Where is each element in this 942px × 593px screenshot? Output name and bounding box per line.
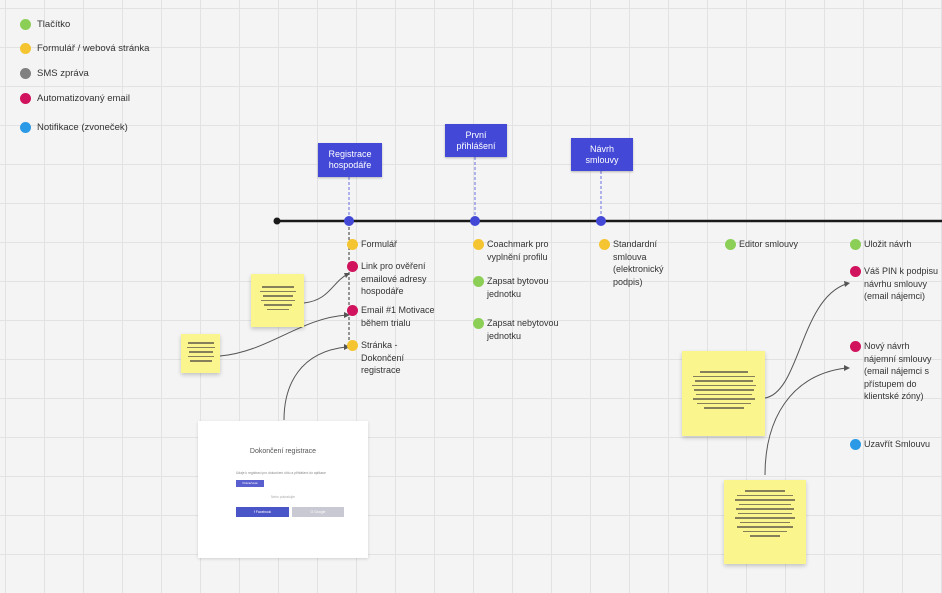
step-bytova-jednotka[interactable]: Zapsat bytovou jednotku [473, 275, 562, 300]
step-label: Uzavřít Smlouvu [864, 439, 931, 449]
form-dot [473, 239, 484, 250]
button-dot [473, 276, 484, 287]
timeline-node-3 [596, 216, 606, 226]
step-formular[interactable]: Formulář [347, 238, 451, 251]
legend-label: Tlačítko [37, 19, 71, 30]
legend-label: Notifikace (zvoneček) [37, 122, 128, 133]
step-coachmark[interactable]: Coachmark pro vyplnění profilu [473, 238, 562, 263]
legend-dot-gray [20, 68, 31, 79]
milestone-prvni-prihlaseni[interactable]: První přihlášení [445, 124, 507, 157]
step-label: Coachmark pro vyplnění profilu [487, 239, 549, 262]
step-link-overeni[interactable]: Link pro ověření emailové adresy hospodá… [347, 260, 441, 298]
email-dot [850, 341, 861, 352]
timeline-node-2 [470, 216, 480, 226]
step-standardni-smlouva[interactable]: Standardní smlouva (elektronický podpis) [599, 238, 675, 288]
step-label: Uložit návrh [864, 239, 912, 249]
mockup-facebook-button[interactable]: f Facebook [236, 507, 289, 517]
button-dot [850, 239, 861, 250]
legend-item-notification: Notifikace (zvoneček) [20, 122, 128, 133]
form-dot [599, 239, 610, 250]
button-dot [725, 239, 736, 250]
step-nebytova-jednotka[interactable]: Zapsat nebytovou jednotku [473, 317, 567, 342]
step-label: Editor smlouvy [739, 239, 799, 249]
step-label: Váš PIN k podpisu návrhu smlouvy (email … [864, 266, 939, 301]
step-uzavrit-smlouvu[interactable]: Uzavřít Smlouvu [850, 438, 940, 451]
connector-sticky4 [764, 367, 847, 476]
step-label: Email #1 Motivace během trialu [361, 305, 435, 328]
connector-sticky1 [303, 273, 349, 304]
step-label: Zapsat bytovou jednotku [487, 276, 549, 299]
milestone-registrace[interactable]: Registrace hospodáře [318, 143, 382, 177]
legend-label: SMS zpráva [37, 68, 89, 79]
step-dokonceni-registrace[interactable]: Stránka - Dokončení registrace [347, 339, 421, 377]
email-dot [850, 266, 861, 277]
sticky-note-2[interactable] [181, 334, 220, 373]
step-pin-email[interactable]: Váš PIN k podpisu návrhu smlouvy (email … [850, 265, 940, 303]
legend-dot-magenta [20, 93, 31, 104]
milestone-label: Registrace hospodáře [328, 149, 372, 170]
step-label: Formulář [361, 239, 398, 249]
step-email-motivace[interactable]: Email #1 Motivace během trialu [347, 304, 443, 329]
step-label: Zapsat nebytovou jednotku [487, 318, 559, 341]
legend-dot-yellow [20, 43, 31, 54]
mockup-primary-button[interactable]: Pokračovat [236, 480, 264, 487]
registration-mockup-card[interactable]: Dokončení registrace Údaje k registraci … [198, 421, 368, 558]
legend-label: Formulář / webová stránka [37, 43, 150, 54]
connector-mockup [283, 346, 347, 421]
legend-item-button: Tlačítko [20, 19, 70, 30]
legend-label: Automatizovaný email [37, 93, 130, 104]
milestone-label: Návrh smlouvy [585, 143, 619, 165]
email-dot [347, 305, 358, 316]
step-novy-navrh-email[interactable]: Nový návrh nájemní smlouvy (email nájemc… [850, 340, 940, 403]
legend-item-sms: SMS zpráva [20, 68, 89, 79]
milestone-label: První přihlášení [456, 129, 496, 151]
milestone-navrh-smlouvy[interactable]: Návrh smlouvy [571, 138, 633, 171]
timeline-start-dot [273, 217, 281, 225]
legend-dot-blue [20, 122, 31, 133]
mockup-google-button[interactable]: G Google [292, 507, 344, 517]
step-label: Nový návrh nájemní smlouvy (email nájemc… [864, 341, 932, 401]
email-dot [347, 261, 358, 272]
notification-dot [850, 439, 861, 450]
form-dot [347, 239, 358, 250]
sticky-note-4[interactable] [724, 480, 806, 564]
timeline-node-1 [344, 216, 354, 226]
mockup-title: Dokončení registrace [249, 448, 317, 455]
connector-sticky3 [764, 283, 847, 399]
legend-item-email: Automatizovaný email [20, 93, 130, 104]
button-dot [473, 318, 484, 329]
step-label: Link pro ověření emailové adresy hospodá… [361, 261, 427, 296]
mockup-divider: Nebo pokračujte [270, 495, 295, 499]
sticky-note-1[interactable] [251, 274, 304, 327]
form-dot [347, 340, 358, 351]
legend-item-form: Formulář / webová stránka [20, 43, 149, 54]
step-editor-smlouvy[interactable]: Editor smlouvy [725, 238, 819, 251]
step-label: Stránka - Dokončení registrace [361, 340, 405, 375]
step-ulozit-navrh[interactable]: Uložit návrh [850, 238, 940, 251]
sticky-note-3[interactable] [682, 351, 765, 436]
legend-dot-green [20, 19, 31, 30]
mockup-text: Údaje k registraci pro dokončení účtu a … [236, 471, 326, 475]
step-label: Standardní smlouva (elektronický podpis) [613, 239, 664, 287]
